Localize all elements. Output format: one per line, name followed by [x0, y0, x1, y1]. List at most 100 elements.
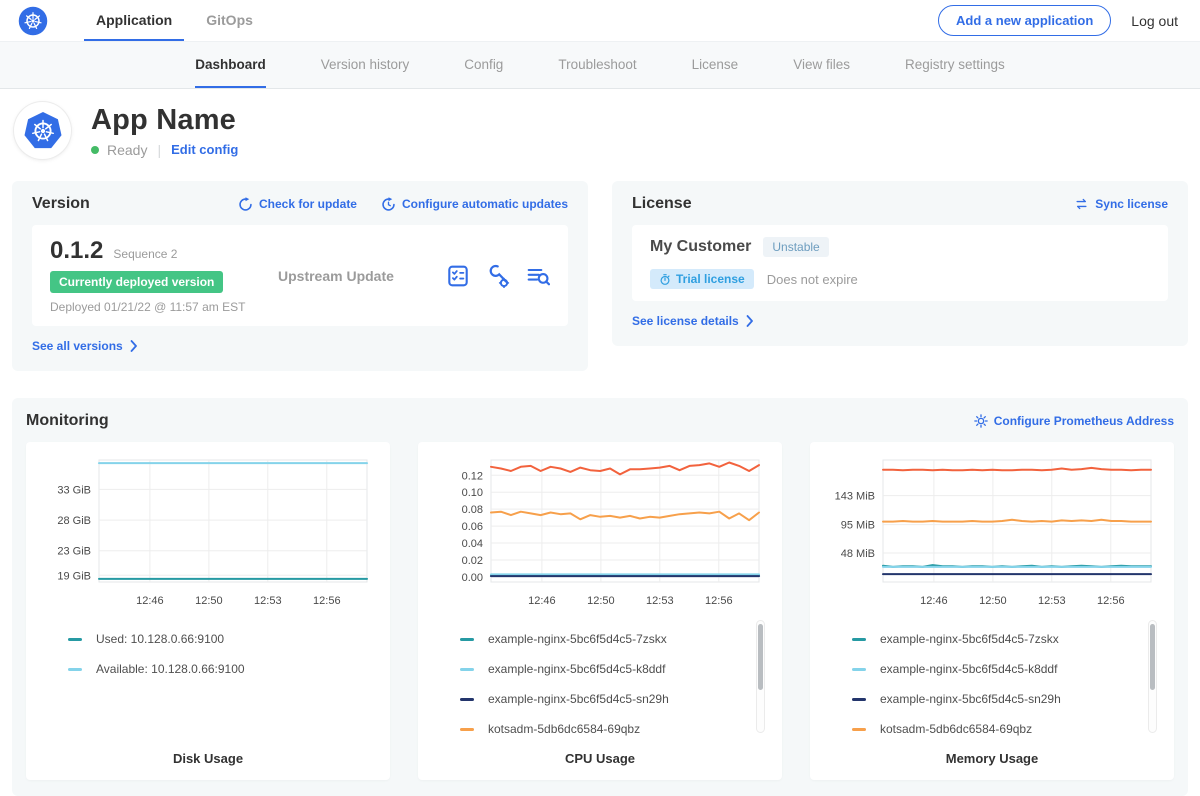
chevron-right-icon	[746, 315, 754, 327]
monitoring-title: Monitoring	[26, 412, 109, 430]
tab-label: Registry settings	[905, 57, 1005, 72]
tab-label: Version history	[321, 57, 410, 72]
divider: |	[157, 142, 161, 158]
svg-text:33 GiB: 33 GiB	[57, 484, 91, 496]
tab-version-history[interactable]: Version history	[321, 42, 410, 88]
tab-registry-settings[interactable]: Registry settings	[905, 42, 1005, 88]
cpu-usage-chart: 0.120.100.080.060.040.020.0012:4612:5012…	[428, 452, 772, 618]
svg-text:23 GiB: 23 GiB	[57, 546, 91, 558]
configure-automatic-updates-link[interactable]: Configure automatic updates	[381, 197, 568, 212]
logout-button[interactable]: Log out	[1131, 13, 1178, 29]
legend-item: example-nginx-5bc6f5d4c5-sn29h	[460, 692, 752, 706]
app-avatar	[14, 102, 71, 159]
stopwatch-icon	[659, 273, 671, 286]
tab-dashboard[interactable]: Dashboard	[195, 42, 266, 88]
svg-text:12:53: 12:53	[254, 595, 282, 607]
see-all-versions-link[interactable]: See all versions	[32, 339, 138, 353]
legend-label: example-nginx-5bc6f5d4c5-sn29h	[880, 692, 1061, 706]
legend-color-dash	[68, 668, 82, 671]
svg-text:28 GiB: 28 GiB	[57, 515, 91, 527]
tab-label: Dashboard	[195, 57, 266, 72]
top-nav: Application GitOps Add a new application…	[0, 0, 1200, 42]
svg-text:12:46: 12:46	[920, 595, 948, 607]
expiration-label: Does not expire	[767, 272, 858, 287]
legend-color-dash	[852, 668, 866, 671]
legend-color-dash	[460, 698, 474, 701]
customer-name: My Customer	[650, 238, 751, 256]
license-details-panel: My Customer Unstable Trial license Does …	[632, 225, 1168, 301]
svg-text:12:50: 12:50	[979, 595, 1007, 607]
deployed-timestamp: Deployed 01/21/22 @ 11:57 am EST	[50, 300, 268, 314]
version-details: 0.1.2 Sequence 2 Currently deployed vers…	[50, 237, 268, 314]
tab-troubleshoot[interactable]: Troubleshoot	[558, 42, 636, 88]
disk-usage-legend: Used: 10.128.0.66:9100 Available: 10.128.…	[36, 618, 380, 751]
legend-label: kotsadm-5db6dc6584-69qbz	[880, 722, 1032, 736]
edit-config-link[interactable]: Edit config	[171, 142, 238, 157]
legend-scrollbar-thumb[interactable]	[1150, 624, 1155, 690]
charts-row: 33 GiB 28 GiB 23 GiB 19 GiB 12:46 12:50 12:53 1…	[26, 442, 1174, 780]
legend-color-dash	[852, 698, 866, 701]
legend-item: Available: 10.128.0.66:9100	[68, 662, 360, 676]
legend-item: kotsadm-5db6dc6584-69qbz	[460, 722, 752, 736]
monitoring-header: Monitoring Configure Prometheus Address	[26, 412, 1174, 430]
status-dot	[91, 146, 99, 154]
sync-license-link[interactable]: Sync license	[1074, 197, 1168, 211]
svg-text:95 MiB: 95 MiB	[841, 520, 875, 532]
edit-config-icon[interactable]	[486, 264, 510, 288]
app-header: App Name Ready | Edit config	[0, 89, 1200, 175]
top-nav-right: Add a new application Log out	[938, 0, 1178, 41]
configure-prometheus-link[interactable]: Configure Prometheus Address	[974, 414, 1174, 428]
legend-label: example-nginx-5bc6f5d4c5-k8ddf	[880, 662, 1057, 676]
legend-scrollbar-thumb[interactable]	[758, 624, 763, 690]
version-card: Version Check for update Configure au	[12, 181, 588, 371]
svg-text:19 GiB: 19 GiB	[57, 570, 91, 582]
tab-label: License	[692, 57, 739, 72]
chart-title: Disk Usage	[36, 751, 380, 766]
svg-text:0.08: 0.08	[462, 504, 483, 516]
tab-license[interactable]: License	[692, 42, 739, 88]
legend-label: example-nginx-5bc6f5d4c5-7zskx	[880, 632, 1059, 646]
top-nav-tab-gitops[interactable]: GitOps	[194, 0, 265, 41]
sync-license-label: Sync license	[1095, 197, 1168, 211]
top-nav-tab-label: Application	[96, 12, 172, 28]
legend-label: kotsadm-5db6dc6584-69qbz	[488, 722, 640, 736]
see-all-versions-label: See all versions	[32, 339, 123, 353]
tab-label: Troubleshoot	[558, 57, 636, 72]
legend-color-dash	[852, 638, 866, 641]
tab-config[interactable]: Config	[464, 42, 503, 88]
app-sub-nav: Dashboard Version history Config Trouble…	[0, 42, 1200, 89]
legend-label: Available: 10.128.0.66:9100	[96, 662, 245, 676]
svg-text:12:50: 12:50	[195, 595, 223, 607]
svg-text:0.04: 0.04	[462, 538, 483, 550]
svg-text:12:53: 12:53	[646, 595, 674, 607]
legend-item: Used: 10.128.0.66:9100	[68, 632, 360, 646]
add-application-button[interactable]: Add a new application	[938, 5, 1111, 36]
gear-icon	[974, 414, 988, 428]
check-for-update-label: Check for update	[259, 197, 357, 211]
check-for-update-link[interactable]: Check for update	[238, 197, 357, 212]
top-nav-tab-application[interactable]: Application	[84, 0, 184, 41]
page-title: App Name	[91, 104, 238, 137]
svg-text:0.06: 0.06	[462, 521, 483, 533]
legend-color-dash	[460, 638, 474, 641]
svg-text:0.10: 0.10	[462, 487, 483, 499]
summary-cards-row: Version Check for update Configure au	[12, 181, 1188, 371]
kubernetes-logo[interactable]	[18, 0, 48, 41]
legend-item: example-nginx-5bc6f5d4c5-7zskx	[852, 632, 1144, 646]
svg-text:12:46: 12:46	[136, 595, 164, 607]
refresh-icon	[238, 197, 253, 212]
legend-item: kotsadm-5db6dc6584-69qbz	[852, 722, 1144, 736]
license-card-header: License Sync license	[632, 195, 1168, 213]
trial-license-label: Trial license	[676, 272, 745, 286]
memory-usage-chart: 143 MiB95 MiB48 MiB12:4612:5012:5312:56	[820, 452, 1164, 618]
legend-color-dash	[68, 638, 82, 641]
chart-title: Memory Usage	[820, 751, 1164, 766]
configure-prometheus-label: Configure Prometheus Address	[994, 414, 1174, 428]
configure-automatic-updates-label: Configure automatic updates	[402, 197, 568, 211]
sequence-label: Sequence 2	[113, 247, 177, 261]
tab-view-files[interactable]: View files	[793, 42, 850, 88]
license-card-title: License	[632, 195, 692, 213]
see-license-details-link[interactable]: See license details	[632, 314, 754, 328]
preflight-checks-icon[interactable]	[446, 264, 470, 288]
deploy-logs-icon[interactable]	[526, 264, 550, 288]
